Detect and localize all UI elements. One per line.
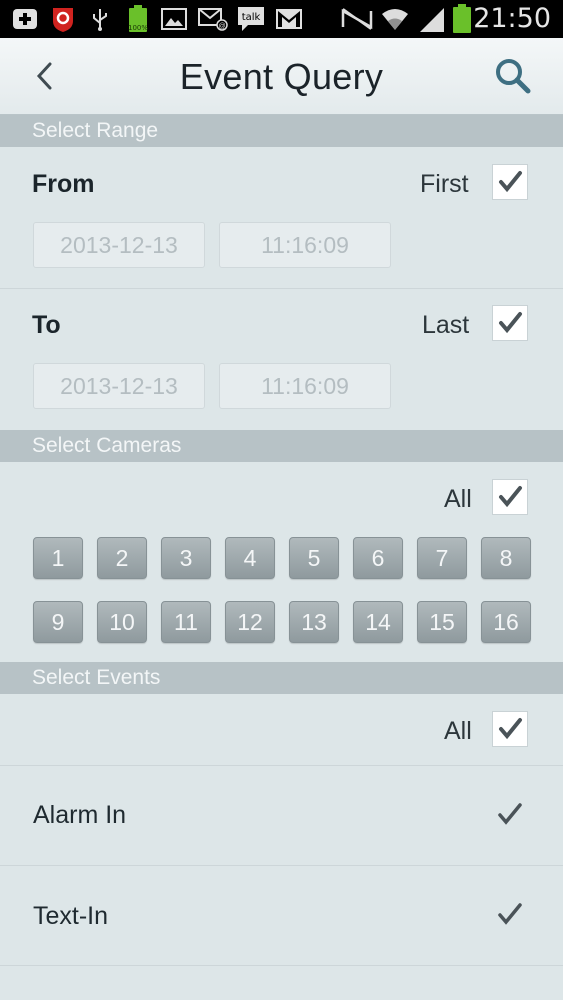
svg-text:@: @ — [218, 23, 225, 30]
camera-button-3[interactable]: 3 — [161, 537, 211, 579]
from-date-field[interactable]: 2013-12-13 — [33, 222, 205, 268]
event-item-alarm-in[interactable]: Alarm In — [33, 801, 126, 830]
email-icon: @ — [198, 7, 228, 31]
to-time-field[interactable]: 11:16:09 — [219, 363, 391, 409]
divider — [0, 765, 563, 766]
event-item-text-in[interactable]: Text-In — [33, 902, 108, 931]
section-title: Select Range — [32, 119, 159, 142]
section-title: Select Events — [32, 666, 161, 689]
signal-icon — [418, 7, 446, 32]
section-header-cameras: Select Cameras — [0, 430, 563, 462]
checkmark-icon — [499, 486, 522, 508]
checkmark-icon — [499, 312, 522, 334]
search-button[interactable] — [493, 56, 533, 96]
camera-button-15[interactable]: 15 — [417, 601, 467, 643]
divider — [0, 965, 563, 966]
last-checkbox[interactable] — [492, 305, 528, 341]
camera-button-11[interactable]: 11 — [161, 601, 211, 643]
first-label: First — [420, 170, 469, 198]
cameras-all-checkbox[interactable] — [492, 479, 528, 515]
from-label: From — [32, 170, 95, 198]
image-icon — [161, 7, 187, 31]
section-header-range: Select Range — [0, 115, 563, 147]
nfc-icon — [340, 7, 374, 31]
gmail-icon — [275, 7, 303, 31]
shield-app-icon — [50, 7, 76, 32]
from-time-field[interactable]: 11:16:09 — [219, 222, 391, 268]
camera-button-1[interactable]: 1 — [33, 537, 83, 579]
wifi-icon — [380, 7, 410, 31]
to-date-field[interactable]: 2013-12-13 — [33, 363, 205, 409]
divider — [0, 865, 563, 866]
first-checkbox[interactable] — [492, 164, 528, 200]
last-label: Last — [422, 311, 470, 339]
camera-button-12[interactable]: 12 — [225, 601, 275, 643]
camera-button-13[interactable]: 13 — [289, 601, 339, 643]
page-title: Event Query — [179, 56, 384, 97]
divider — [0, 288, 563, 289]
section-title: Select Cameras — [32, 434, 182, 457]
battery-icon — [452, 4, 472, 33]
camera-button-6[interactable]: 6 — [353, 537, 403, 579]
action-bar: Event Query — [0, 38, 563, 115]
camera-button-8[interactable]: 8 — [481, 537, 531, 579]
events-all-label: All — [444, 717, 472, 745]
alarm-in-checkmark-icon[interactable] — [495, 800, 525, 830]
camera-button-2[interactable]: 2 — [97, 537, 147, 579]
add-icon — [12, 7, 38, 31]
events-all-checkbox[interactable] — [492, 711, 528, 747]
svg-text:talk: talk — [242, 12, 261, 23]
checkmark-icon — [499, 171, 522, 193]
search-icon — [496, 59, 531, 94]
status-bar: 100% @ talk 21:50 — [0, 0, 563, 38]
section-header-events: Select Events — [0, 662, 563, 694]
camera-button-16[interactable]: 16 — [481, 601, 531, 643]
text-in-checkmark-icon[interactable] — [495, 900, 525, 930]
battery-full-icon: 100% — [127, 5, 149, 32]
cameras-all-label: All — [444, 485, 472, 513]
camera-button-4[interactable]: 4 — [225, 537, 275, 579]
to-label: To — [32, 311, 61, 339]
camera-button-7[interactable]: 7 — [417, 537, 467, 579]
camera-button-14[interactable]: 14 — [353, 601, 403, 643]
checkmark-icon — [499, 718, 522, 740]
talk-icon: talk — [236, 7, 266, 31]
clock: 21:50 — [473, 3, 551, 34]
svg-text:100%: 100% — [128, 24, 148, 32]
usb-icon — [90, 7, 110, 31]
camera-button-10[interactable]: 10 — [97, 601, 147, 643]
camera-button-5[interactable]: 5 — [289, 537, 339, 579]
camera-button-9[interactable]: 9 — [33, 601, 83, 643]
